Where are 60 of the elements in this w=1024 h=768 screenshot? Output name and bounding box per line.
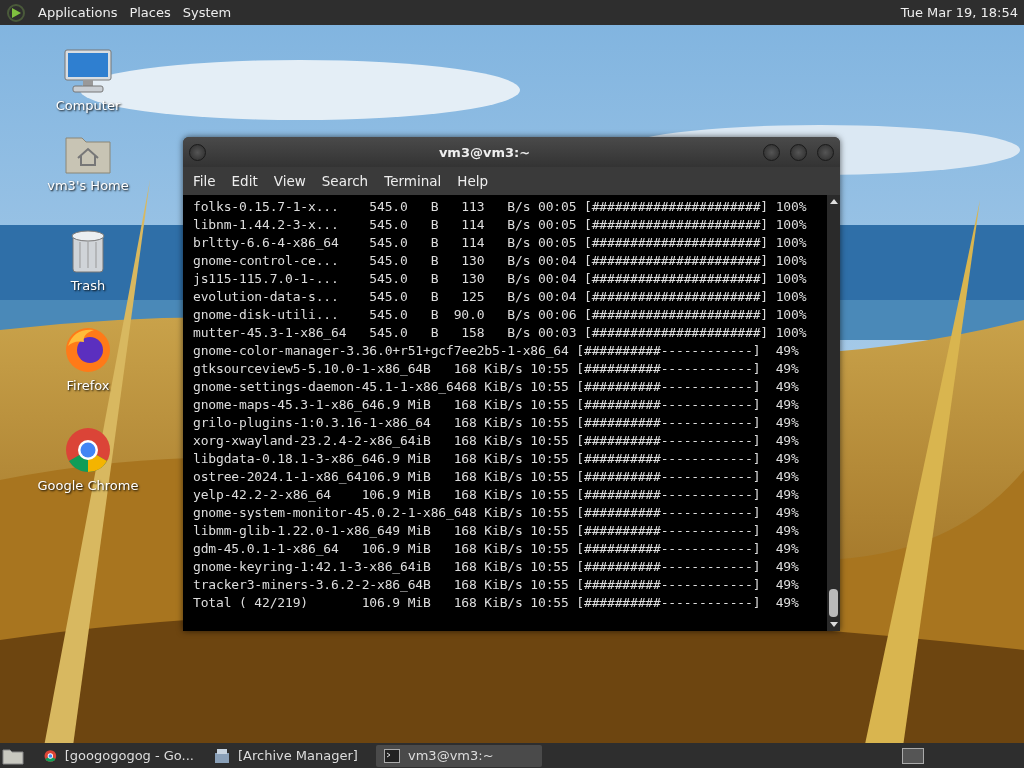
terminal-line: yelp-42.2-2-x86_64 106.9 MiB 168 KiB/s 10:55 [##########------------] 49% (193, 486, 800, 504)
workspace-switcher[interactable] (902, 747, 924, 764)
terminal-line: gnome-color-manager-3.36.0+r51+gcf7ee2b5-1-x86_64 [##########------------] 49% (193, 342, 800, 360)
taskbar-label: [Archive Manager] (238, 748, 358, 763)
menu-item[interactable]: Edit (225, 171, 264, 191)
show-desktop-icon[interactable] (2, 746, 24, 765)
terminal-line: gnome-system-monitor-45.0.2-1-x86_648 KiB/s 10:55 [##########------------] 49% (193, 504, 800, 522)
terminal-line: brltty-6.6-4-x86_64 545.0 B 114 B/s 00:05 [######################] 100% (193, 234, 808, 252)
terminal-line: libgdata-0.18.1-3-x86_646.9 MiB 168 KiB/s 10:55 [##########------------] 49% (193, 450, 800, 468)
terminal-line: gnome-keyring-1:42.1-3-x86_64iB 168 KiB/s 10:55 [##########------------] 49% (193, 558, 800, 576)
terminal-line: gnome-maps-45.3-1-x86_646.9 MiB 168 KiB/s 10:55 [##########------------] 49% (193, 396, 800, 414)
menu-item[interactable]: Help (451, 171, 495, 191)
terminal-line: tracker3-miners-3.6.2-2-x86_64B 168 KiB/s 10:55 [##########------------] 49% (193, 576, 800, 594)
menu-item[interactable]: Search (315, 171, 375, 191)
menu-item[interactable]: Terminal (378, 171, 448, 191)
terminal-line: gnome-control-ce... 545.0 B 130 B/s 00:04 [######################] 100% (193, 252, 808, 270)
menu-item[interactable]: File (187, 171, 222, 191)
title-bar[interactable]: vm3@vm3:~ (183, 137, 840, 167)
scroll-thumb[interactable] (829, 589, 838, 617)
minimize-button[interactable] (763, 143, 780, 161)
panel-menu[interactable]: System (182, 5, 232, 20)
panel-menu[interactable]: Places (129, 5, 171, 20)
maximize-button[interactable] (790, 143, 807, 161)
terminal-line: mutter-45.3-1-x86_64 545.0 B 158 B/s 00:03 [######################] 100% (193, 324, 808, 342)
terminal-line: gnome-settings-daemon-45.1-1-x86_6468 KiB/s 10:55 [##########------------] 49% (193, 378, 800, 396)
taskbar-item[interactable]: [Archive Manager] (206, 744, 372, 767)
taskbar-label: [googogogog - Go... (64, 748, 194, 763)
terminal-line: gtksourceview5-5.10.0-1-x86_64B 168 KiB/s 10:55 [##########------------] 49% (193, 360, 800, 378)
taskbar-item[interactable]: vm3@vm3:~ (376, 744, 542, 767)
terminal-line: js115-115.7.0-1-... 545.0 B 130 B/s 00:04 [######################] 100% (193, 270, 808, 288)
terminal-line: gnome-disk-utili... 545.0 B 90.0 B/s 00:06 [######################] 100% (193, 306, 808, 324)
chrome-icon (44, 747, 57, 764)
desktop-icon-label[interactable]: Google Chrome (37, 478, 139, 493)
taskbar-label: vm3@vm3:~ (408, 748, 494, 763)
window-menu-button[interactable] (189, 143, 206, 161)
taskbar-item[interactable]: [googogogog - Go... (36, 744, 202, 767)
terminal-line: gdm-45.0.1-1-x86_64 106.9 MiB 168 KiB/s 10:55 [##########------------] 49% (193, 540, 800, 558)
terminal-line: folks-0.15.7-1-x... 545.0 B 113 B/s 00:05 [######################] 100% (193, 198, 808, 216)
computer-icon[interactable] (63, 48, 113, 94)
terminal-line: evolution-data-s... 545.0 B 125 B/s 00:04 [######################] 100% (193, 288, 808, 306)
logo-icon[interactable] (6, 2, 26, 23)
desktop-icon-label[interactable]: Trash (70, 278, 106, 293)
terminal-line: grilo-plugins-1:0.3.16-1-x86_64 168 KiB/s 10:55 [##########------------] 49% (193, 414, 800, 432)
terminal-line: libmm-glib-1.22.0-1-x86_649 MiB 168 KiB/s 10:55 [##########------------] 49% (193, 522, 800, 540)
scroll-up-icon[interactable] (828, 197, 839, 205)
terminal-line: xorg-xwayland-23.2.4-2-x86_64iB 168 KiB/s 10:55 [##########------------] 49% (193, 432, 800, 450)
terminal-line: Total ( 42/219) 106.9 MiB 168 KiB/s 10:55 [##########------------] 49% (193, 594, 800, 612)
archive-icon (214, 747, 230, 764)
trash-icon[interactable] (68, 228, 108, 274)
menu-item[interactable]: View (267, 171, 312, 191)
clock[interactable]: Tue Mar 19, 18:54 (900, 5, 1024, 20)
browser-icon[interactable] (64, 326, 112, 374)
terminal-icon (384, 748, 400, 763)
scroll-down-icon[interactable] (828, 621, 839, 629)
terminal-line: libnm-1.44.2-3-x... 545.0 B 114 B/s 00:05 [######################] 100% (193, 216, 808, 234)
panel-menu[interactable]: Applications (38, 5, 118, 20)
chrome-icon[interactable] (64, 426, 112, 474)
window-title: vm3@vm3:~ (437, 144, 532, 160)
terminal-line: ostree-2024.1-1-x86_64106.9 MiB 168 KiB/s 10:55 [##########------------] 49% (193, 468, 800, 486)
close-button[interactable] (817, 143, 834, 161)
